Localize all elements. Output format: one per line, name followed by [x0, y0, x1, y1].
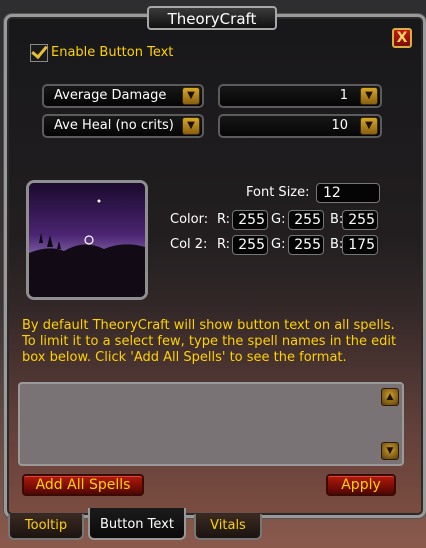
color2-g-input[interactable]: 255: [288, 235, 324, 255]
color2-r-input[interactable]: 255: [232, 235, 268, 255]
color2-label: Col 2:: [170, 237, 208, 252]
font-size-input[interactable]: 12: [316, 183, 380, 203]
font-size-label: Font Size:: [246, 185, 310, 200]
apply-button[interactable]: Apply: [326, 474, 396, 496]
color2-b-input[interactable]: 175: [342, 235, 378, 255]
stat-dropdown-1-value: Average Damage: [54, 88, 167, 103]
dropdown-arrow-icon[interactable]: ▼: [182, 87, 200, 105]
color-r-input[interactable]: 255: [232, 210, 268, 230]
color2-r-label: R:: [217, 237, 231, 252]
value-dropdown-2-value: 10: [331, 118, 348, 133]
add-all-spells-button[interactable]: Add All Spells: [22, 474, 144, 496]
color-label: Color:: [170, 212, 209, 227]
color-g-input[interactable]: 255: [288, 210, 324, 230]
dropdown-arrow-icon[interactable]: ▼: [182, 117, 200, 135]
tab-vitals[interactable]: Vitals: [194, 514, 262, 540]
stat-dropdown-2[interactable]: Ave Heal (no crits) ▼: [42, 114, 204, 138]
close-button[interactable]: X: [392, 28, 412, 48]
tab-button-text[interactable]: Button Text: [88, 508, 186, 540]
tab-tooltip[interactable]: Tooltip: [8, 514, 84, 540]
stat-dropdown-2-value: Ave Heal (no crits): [54, 118, 174, 133]
stat-dropdown-1[interactable]: Average Damage ▼: [42, 84, 204, 108]
description-text: By default TheoryCraft will show button …: [22, 318, 397, 365]
value-dropdown-1[interactable]: 1 ▼: [218, 84, 382, 108]
color-r-label: R:: [217, 212, 231, 227]
spell-list-editbox[interactable]: ▲ ▼: [18, 382, 404, 466]
window-title: TheoryCraft: [147, 6, 277, 30]
dropdown-arrow-icon[interactable]: ▼: [360, 87, 378, 105]
value-dropdown-2[interactable]: 10 ▼: [218, 114, 382, 138]
enable-button-text-label: Enable Button Text: [51, 45, 174, 60]
value-dropdown-1-value: 1: [339, 88, 348, 103]
color-g-label: G:: [271, 212, 286, 227]
scroll-down-icon[interactable]: ▼: [381, 442, 399, 460]
color-b-input[interactable]: 255: [342, 210, 378, 230]
color2-g-label: G:: [271, 237, 286, 252]
button-preview-image: [26, 180, 148, 300]
scroll-up-icon[interactable]: ▲: [381, 388, 399, 406]
dropdown-arrow-icon[interactable]: ▼: [360, 117, 378, 135]
enable-button-text-checkbox[interactable]: [30, 44, 48, 62]
